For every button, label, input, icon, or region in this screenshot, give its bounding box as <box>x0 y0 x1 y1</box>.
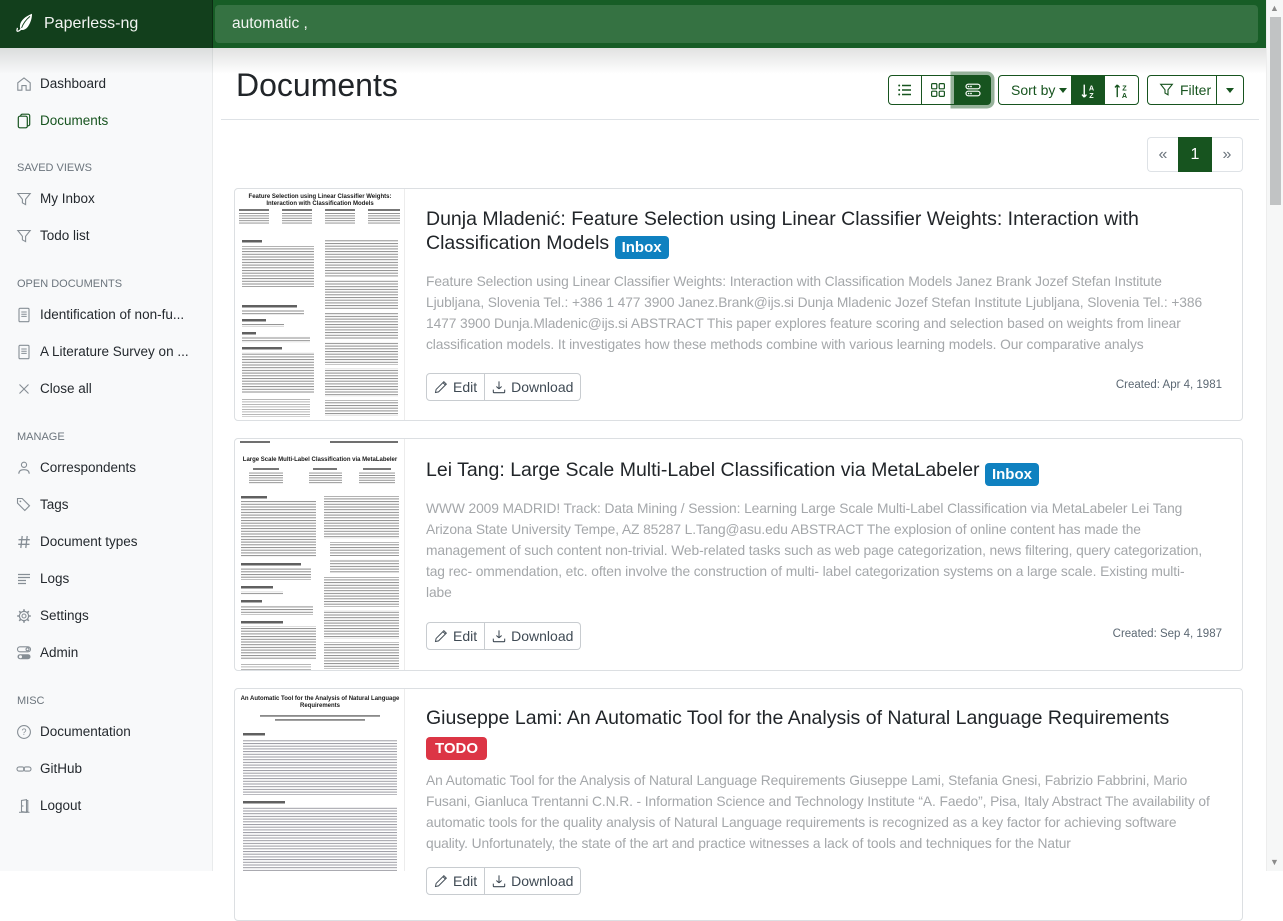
svg-text:Requirements: Requirements <box>300 703 341 709</box>
svg-text:?: ? <box>21 727 26 737</box>
svg-text:Large Scale Multi-Label Classi: Large Scale Multi-Label Classification v… <box>243 457 398 463</box>
svg-text:Feature Selection using Linear: Feature Selection using Linear Classifie… <box>249 194 392 200</box>
svg-text:Interaction with Classificatio: Interaction with Classification Models <box>266 201 374 207</box>
svg-text:An Automatic Tool for the Anal: An Automatic Tool for the Analysis of Na… <box>241 696 400 702</box>
svg-text:Z: Z <box>1089 91 1094 100</box>
svg-text:A: A <box>1122 91 1128 100</box>
